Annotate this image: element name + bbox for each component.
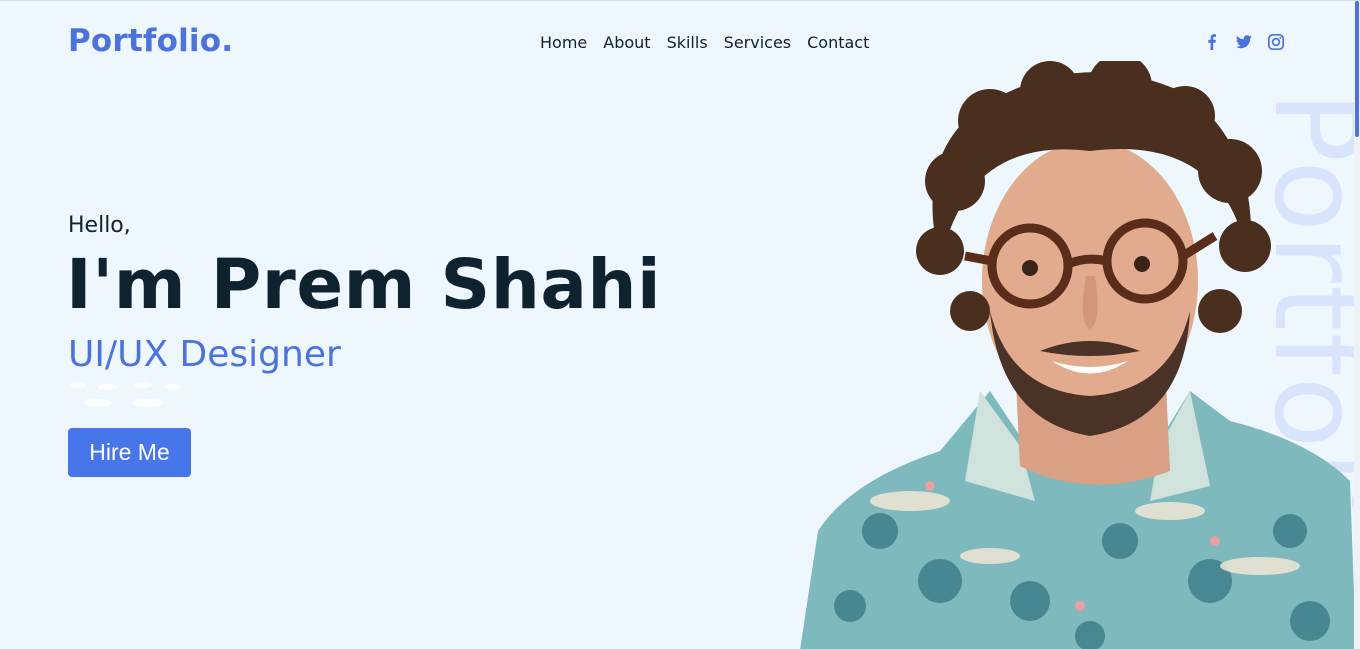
social-links xyxy=(1203,33,1285,51)
facebook-icon[interactable] xyxy=(1203,33,1221,51)
page-scrollbar[interactable] xyxy=(1354,1,1360,649)
scrollbar-thumb[interactable] xyxy=(1355,1,1359,137)
twitter-icon[interactable] xyxy=(1235,33,1253,51)
profile-photo xyxy=(800,61,1356,649)
nav-about[interactable]: About xyxy=(603,33,650,52)
decorative-blur xyxy=(70,382,181,407)
nav-services[interactable]: Services xyxy=(724,33,791,52)
portfolio-page: Portfolio. Home About Skills Services Co… xyxy=(0,0,1360,649)
site-logo[interactable]: Portfolio. xyxy=(68,23,233,59)
main-nav: Home About Skills Services Contact xyxy=(540,33,869,52)
nav-skills[interactable]: Skills xyxy=(667,33,708,52)
instagram-icon[interactable] xyxy=(1267,33,1285,51)
hero-greeting: Hello, xyxy=(68,213,131,238)
hero-name: I'm Prem Shahi xyxy=(66,245,662,325)
nav-contact[interactable]: Contact xyxy=(807,33,869,52)
hero-role: UI/UX Designer xyxy=(68,334,341,375)
nav-home[interactable]: Home xyxy=(540,33,587,52)
hire-me-button[interactable]: Hire Me xyxy=(68,428,191,477)
